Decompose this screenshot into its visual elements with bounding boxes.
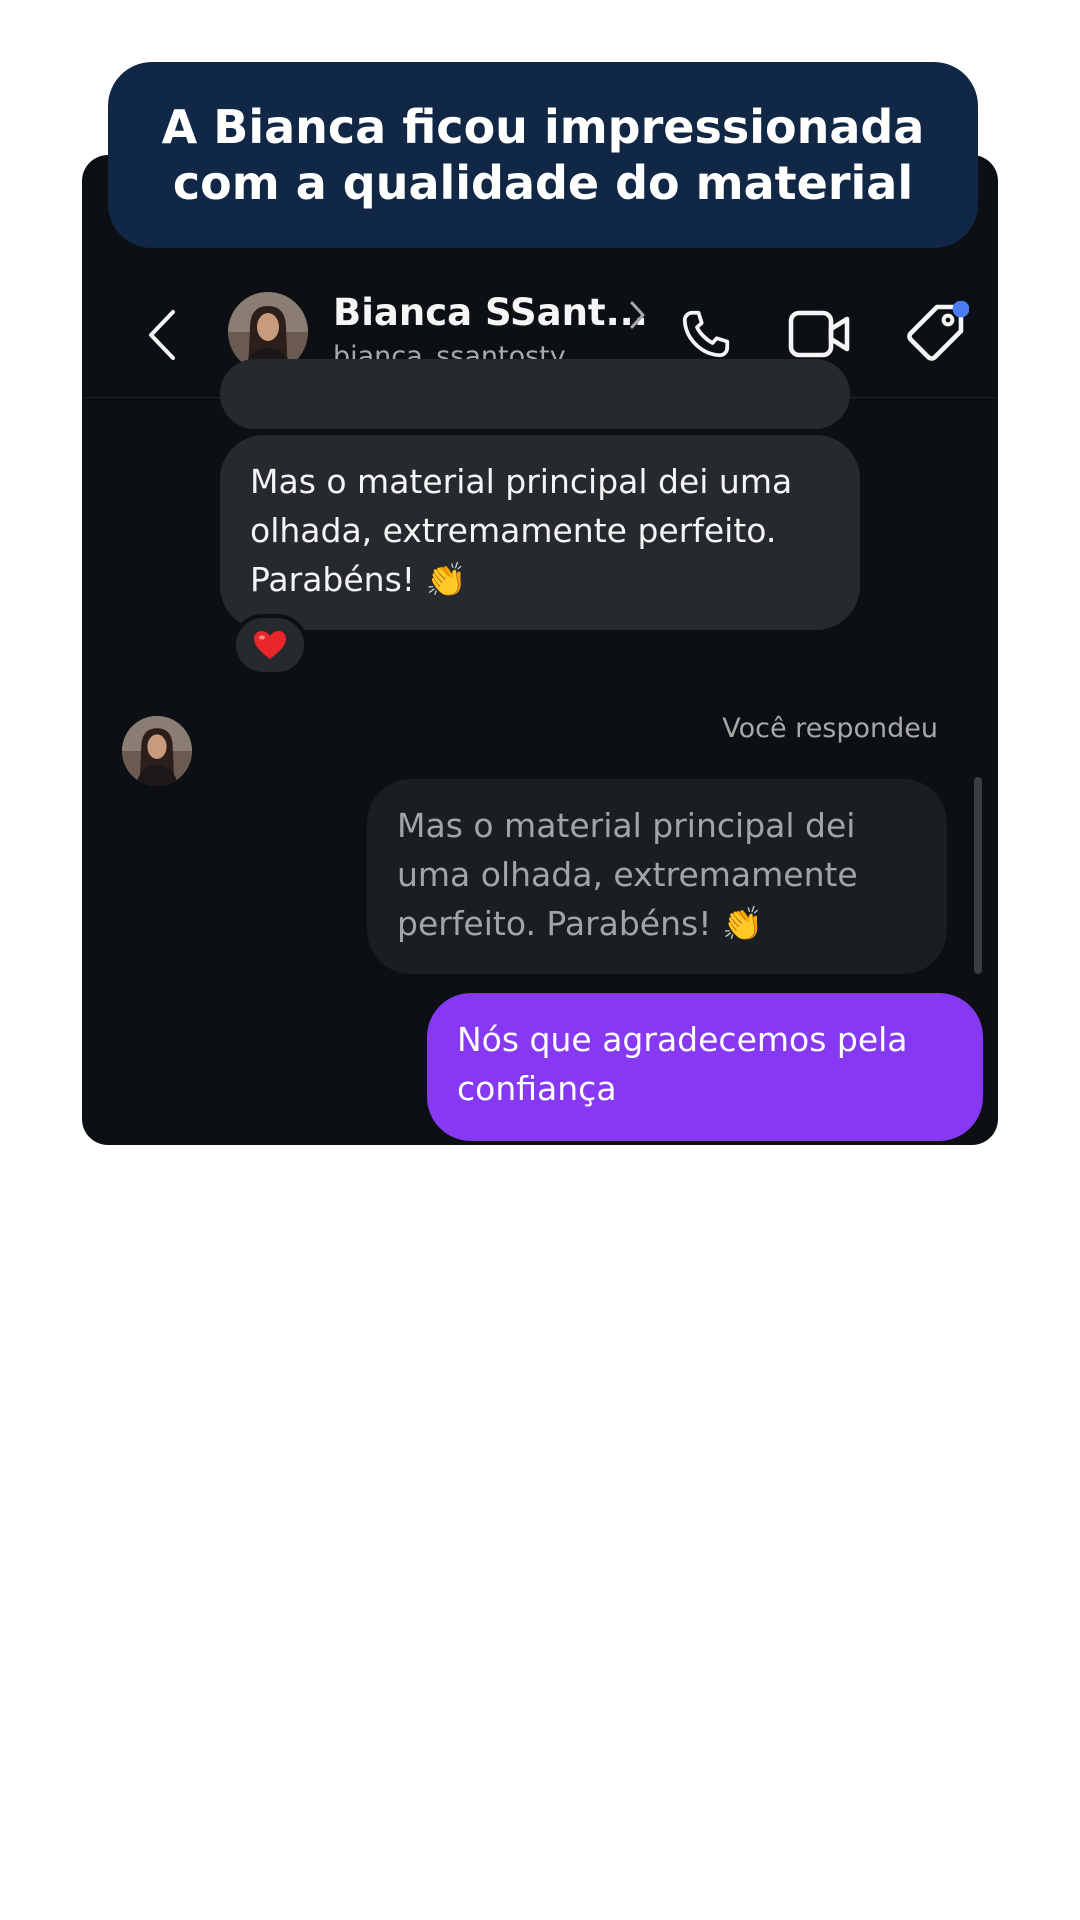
headline-line-2: com a qualidade do material: [172, 156, 914, 210]
quoted-message[interactable]: Mas o material principal dei uma olhada,…: [367, 779, 947, 974]
chevron-right-icon: [630, 301, 645, 329]
back-button[interactable]: [140, 305, 184, 365]
replied-label: Você respondeu: [722, 713, 938, 744]
stage: Bianca SSant... bianca_ssantosty Mas o m…: [0, 0, 1080, 1920]
headline-banner: A Bianca ficou impressionada com a quali…: [108, 62, 978, 248]
message-thread: Mas o material principal dei uma olhada,…: [82, 359, 998, 1145]
heart-reaction[interactable]: [232, 614, 308, 676]
tag-icon: [907, 301, 969, 361]
contact-name[interactable]: Bianca SSant...: [333, 291, 648, 334]
call-button[interactable]: [672, 300, 740, 368]
chat-screenshot: Bianca SSant... bianca_ssantosty Mas o m…: [82, 155, 998, 1145]
sender-avatar[interactable]: [122, 716, 192, 786]
video-camera-icon: [788, 310, 850, 358]
back-icon: [149, 310, 175, 360]
video-call-button[interactable]: [785, 300, 855, 368]
tag-button[interactable]: [902, 300, 970, 368]
incoming-message[interactable]: Mas o material principal dei uma olhada,…: [220, 435, 860, 630]
outgoing-message[interactable]: Nós que agradecemos pela confiança: [427, 993, 983, 1141]
heart-icon: [254, 631, 286, 659]
phone-icon: [682, 310, 730, 358]
headline-line-1: A Bianca ficou impressionada: [161, 100, 925, 154]
previous-message-bubble: [220, 359, 850, 429]
quote-indicator-bar: [974, 777, 982, 974]
